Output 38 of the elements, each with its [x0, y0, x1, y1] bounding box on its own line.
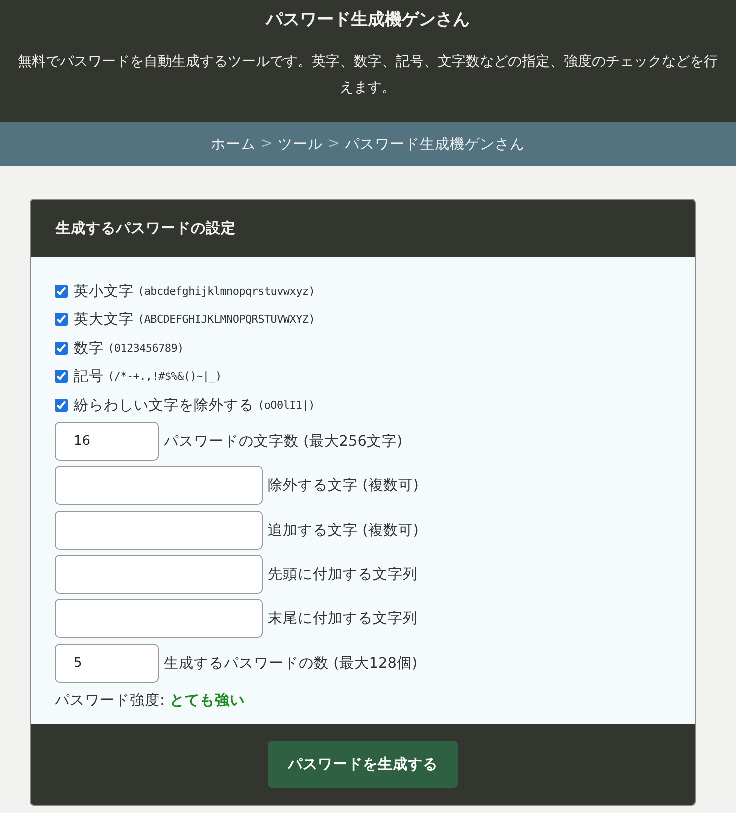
- field-label: 生成するパスワードの数 (最大128個): [164, 654, 418, 673]
- field-label: パスワードの文字数 (最大256文字): [164, 432, 403, 452]
- input-field[interactable]: [55, 555, 263, 594]
- input-field[interactable]: [55, 599, 263, 638]
- character-sample: (oO0lI1|): [258, 398, 315, 412]
- character-sample: (/*-+.,!#$%&()~|_): [108, 370, 222, 384]
- field-label: 末尾に付加する文字列: [268, 610, 418, 628]
- input-field[interactable]: [55, 510, 263, 550]
- character-sample: (abcdefghijklmnopqrstuvwxyz): [138, 284, 316, 298]
- input-field[interactable]: [55, 466, 263, 506]
- field-label: 先頭に付加する文字列: [268, 566, 418, 584]
- breadcrumb-separator: >: [260, 136, 273, 152]
- checkbox[interactable]: [55, 398, 68, 412]
- checkbox[interactable]: [55, 313, 68, 326]
- option-label: 英大文字: [74, 310, 134, 330]
- strength-value: とても強い: [170, 692, 245, 710]
- checkbox[interactable]: [55, 284, 68, 298]
- field-label: 除外する文字 (複数可): [268, 476, 419, 496]
- checkbox[interactable]: [55, 342, 68, 355]
- input-field[interactable]: 16: [55, 422, 159, 462]
- card-title: 生成するパスワードの設定: [56, 220, 236, 238]
- breadcrumb-link[interactable]: パスワード生成機ゲンさん: [345, 134, 526, 154]
- page-title: パスワード生成機ゲンさん: [264, 9, 471, 31]
- breadcrumb-link[interactable]: ツール: [278, 134, 323, 154]
- option-label: 記号: [74, 368, 104, 386]
- field-label: 追加する文字 (複数可): [268, 522, 419, 540]
- option-label: 紛らわしい文字を除外する: [74, 396, 254, 415]
- option-label: 数字: [74, 340, 104, 358]
- page-description: 無料でパスワードを自動生成するツールです。英字、数字、記号、文字数などの指定、強度のチェックなどを行えます。: [17, 53, 719, 98]
- breadcrumb-separator: >: [328, 136, 340, 152]
- option-label: 英小文字: [74, 282, 134, 301]
- breadcrumb-link[interactable]: ホーム: [210, 134, 256, 154]
- strength-label: パスワード強度:: [55, 692, 165, 710]
- checkbox[interactable]: [55, 370, 68, 384]
- character-sample: (0123456789): [108, 342, 184, 355]
- character-sample: (ABCDEFGHIJKLMNOPQRSTUVWXYZ): [138, 313, 316, 326]
- input-field[interactable]: 5: [55, 644, 159, 683]
- generate-button[interactable]: パスワードを生成する: [268, 741, 458, 788]
